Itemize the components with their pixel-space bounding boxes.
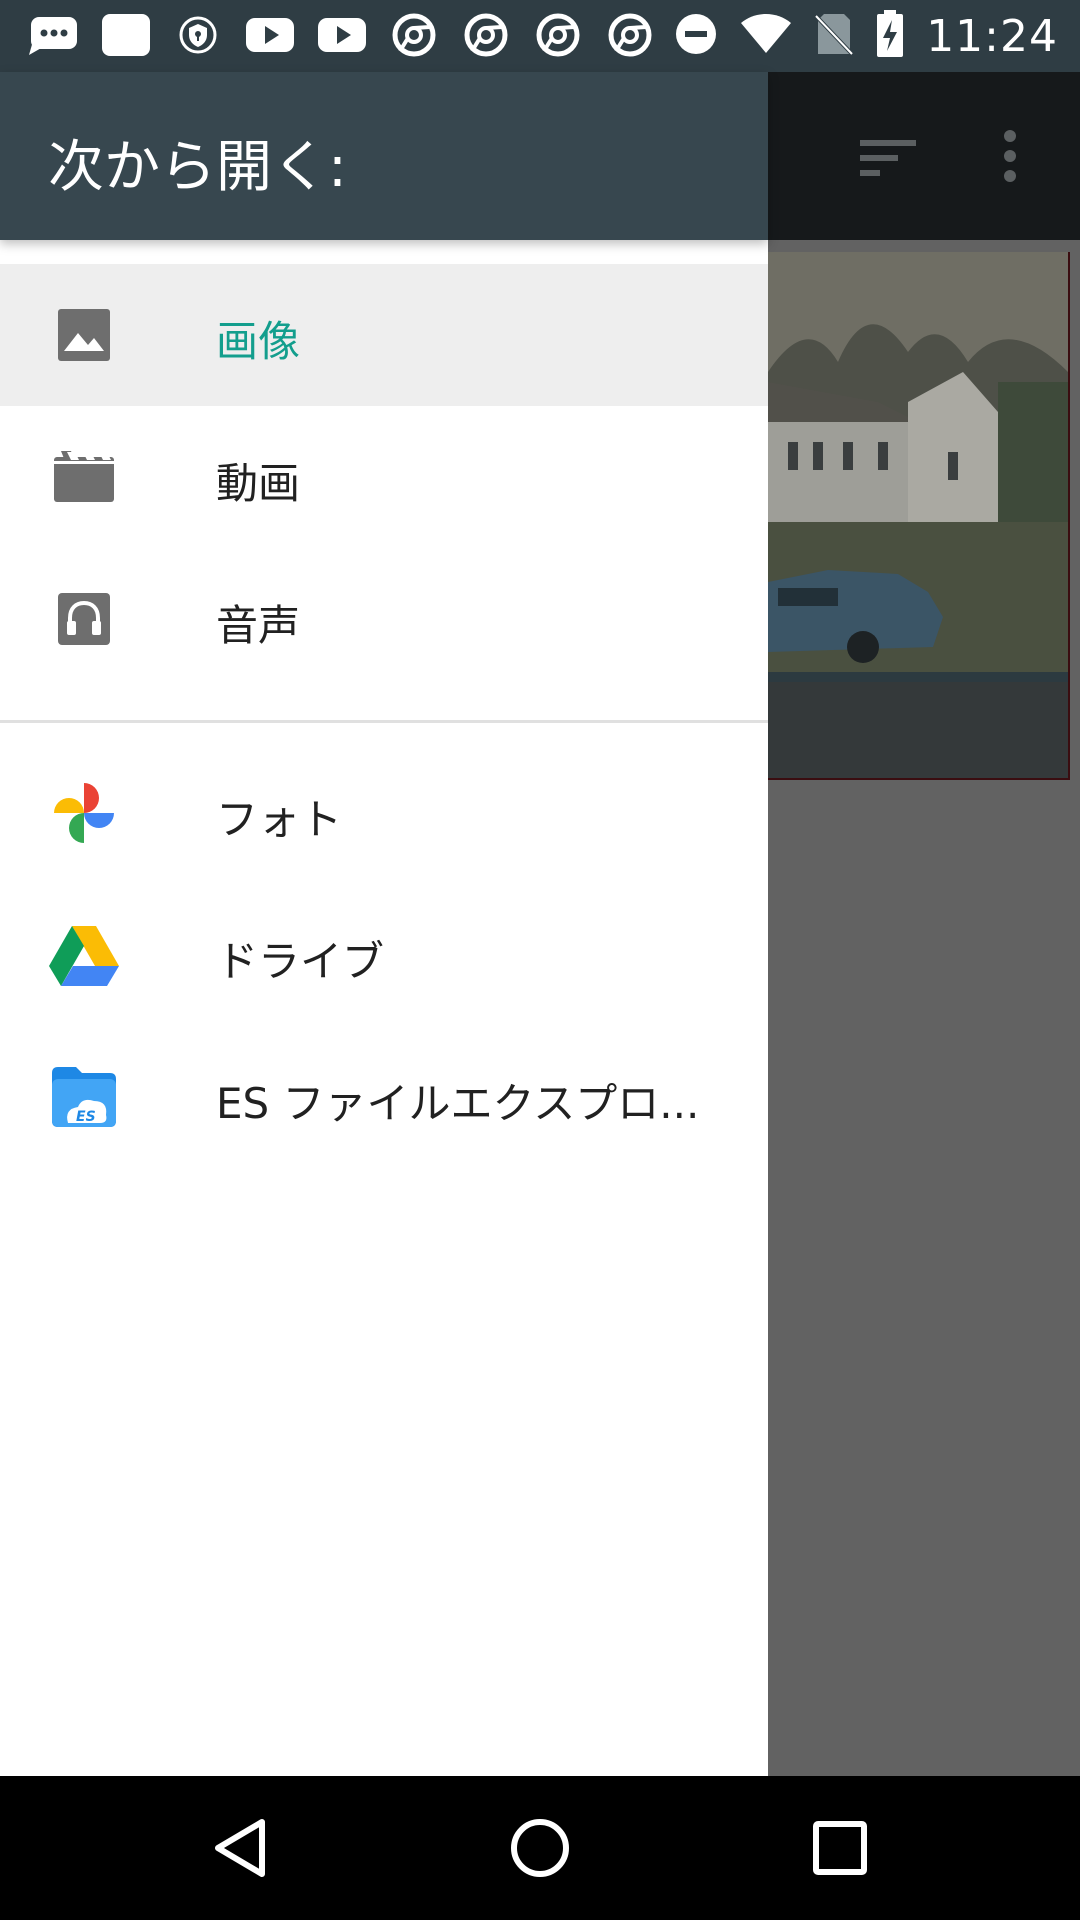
chrome-icon (532, 12, 584, 58)
headphones-icon (48, 589, 120, 649)
sort-icon[interactable] (860, 138, 916, 182)
square-app-icon (100, 12, 152, 58)
youtube-icon (316, 12, 368, 58)
shield-icon (172, 12, 224, 58)
background-photo-thumbnail[interactable] (768, 252, 1070, 780)
back-icon[interactable] (204, 1812, 276, 1884)
chrome-icon (388, 12, 440, 58)
drawer-item-drive-app[interactable]: ドライブ (0, 884, 768, 1026)
drawer-title: 次から開く: (48, 135, 347, 200)
es-file-explorer-icon: ES (48, 1067, 120, 1127)
chrome-icon (460, 12, 512, 58)
status-time: 11:24 (926, 10, 1058, 62)
battery-charging-icon (876, 10, 904, 62)
chrome-icon (604, 12, 656, 58)
svg-text:ES: ES (76, 1109, 96, 1125)
drawer-item-label: フォト (216, 795, 343, 844)
drawer-item-images[interactable]: 画像 (0, 264, 768, 406)
drawer-item-label: 音声 (216, 601, 301, 650)
drawer-item-videos[interactable]: 動画 (0, 406, 768, 548)
drawer-item-label: ES ファイルエクスプロ... (216, 1079, 700, 1128)
more-vert-icon[interactable] (1002, 130, 1018, 186)
do-not-disturb-icon (674, 12, 718, 60)
background-app (768, 72, 1080, 1776)
drawer-header: 次から開く: (0, 72, 768, 240)
image-icon (48, 305, 120, 365)
google-photos-icon (48, 783, 120, 843)
video-clapper-icon (48, 447, 120, 507)
chat-bubble-icon (28, 12, 80, 58)
wifi-icon (740, 13, 792, 59)
open-from-drawer: 次から開く: 画像 動画 音声 フォト ドライブ ES ES ファイルエクスプロ… (0, 72, 768, 1776)
recents-icon[interactable] (804, 1812, 876, 1884)
drawer-divider (0, 720, 768, 723)
drawer-item-label: ドライブ (216, 937, 385, 986)
youtube-icon (244, 12, 296, 58)
navigation-bar (0, 1776, 1080, 1920)
notification-icons (28, 12, 656, 58)
system-icons: 11:24 (674, 10, 1058, 62)
drawer-item-audio[interactable]: 音声 (0, 548, 768, 690)
drawer-item-es-file-explorer-app[interactable]: ES ES ファイルエクスプロ... (0, 1026, 768, 1168)
home-icon[interactable] (504, 1812, 576, 1884)
drawer-item-label: 動画 (216, 459, 301, 508)
status-bar: 11:24 (0, 0, 1080, 72)
google-drive-icon (48, 925, 120, 986)
drawer-item-label: 画像 (216, 317, 301, 366)
drawer-item-photos-app[interactable]: フォト (0, 742, 768, 884)
background-toolbar (768, 72, 1080, 240)
no-sim-icon (814, 12, 854, 60)
